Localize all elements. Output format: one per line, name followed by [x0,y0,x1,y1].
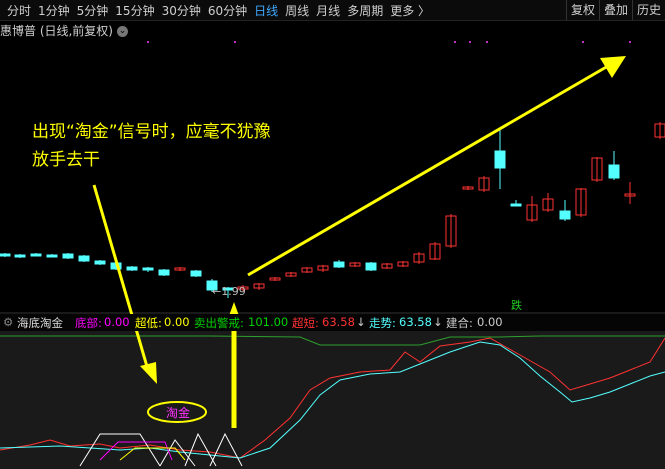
candle-body [510,203,522,207]
buy-in-label: 建合: [446,316,473,330]
indicator-header: ⚙ 海底淘金 底部: 0.00 超低: 0.00 卖出警戒: 101.00 超短… [0,314,665,331]
candle-body [333,261,345,268]
signal-dot [629,41,631,43]
candle-body [365,262,377,271]
overlay-button[interactable]: 叠加 [598,0,632,20]
bottom-label: 底部: [75,316,102,330]
arrow-line [247,64,609,277]
stock-title-text: 惠博普 (日线,前复权) [0,24,113,38]
candle-body [14,254,26,258]
period-tab[interactable]: 分时 [7,2,31,19]
taojin-signal-label: 淘金 [166,406,191,420]
toolbar-right: 复权 叠加 历史 [565,0,665,20]
candle-body [62,253,74,259]
signal-dot [486,41,488,43]
period-tab[interactable]: 5分钟 [77,2,109,19]
signal-dot [234,41,236,43]
period-tab[interactable]: 15分钟 [115,2,154,19]
buy-in-value: 0.00 [477,315,503,329]
signal-dot [582,41,584,43]
fall-mark: 跌 [511,299,522,312]
price-low-label: ←1.99 [212,285,246,298]
settings-icon[interactable]: ⚙ [3,315,13,329]
period-tab[interactable]: 1分钟 [38,2,70,19]
period-tab[interactable]: 60分钟 [208,2,247,19]
annotation-text: 出现“淘金”信号时，应毫不犹豫 放手去干 [32,118,271,174]
candle-body [494,150,506,169]
down-arrow-icon: ↓ [356,315,366,329]
candle-body [142,267,154,271]
more-periods-button[interactable]: 更多 〉 [390,2,430,19]
signal-dot [147,41,149,43]
oversold-label: 超低: [135,316,162,330]
candle-body [559,210,571,220]
candle-body [30,253,42,257]
sell-warning-value: 101.00 [248,315,289,329]
indicator-name[interactable]: 海底淘金 [17,315,63,331]
chevron-down-icon[interactable]: ⌄ [117,26,128,37]
period-tab[interactable]: 周线 [285,2,309,19]
candle-body [46,254,58,258]
candle-body [190,270,202,277]
period-tab[interactable]: 月线 [316,2,340,19]
candle-body [0,253,11,257]
candle-body [158,269,170,276]
trend-value: 63.58 [399,315,432,329]
period-tab[interactable]: 30分钟 [162,2,201,19]
stock-title: 惠博普 (日线,前复权) ⌄ [0,22,128,39]
candle-body [78,255,90,262]
annotation-line-2: 放手去干 [32,150,100,170]
overbought-value: 63.58 [322,315,355,329]
oversold-value: 0.00 [164,315,190,329]
candle-body [94,260,106,265]
restore-rights-button[interactable]: 复权 [565,0,599,20]
candle-body [608,164,620,179]
annotation-line-1: 出现“淘金”信号时，应毫不犹豫 [32,122,271,142]
candle-body [126,266,138,271]
price-chart [0,41,665,469]
period-tab-daily[interactable]: 日线 [254,2,278,19]
bottom-value: 0.00 [104,315,130,329]
down-arrow-icon: ↓ [433,315,443,329]
signal-dot [469,41,471,43]
overbought-label: 超短: [292,316,319,330]
history-button[interactable]: 历史 [631,0,665,20]
period-toolbar: 分时 1分钟 5分钟 15分钟 30分钟 60分钟 日线 周线 月线 多周期 更… [0,0,665,21]
signal-dots [147,41,631,43]
period-tab[interactable]: 多周期 [347,2,383,19]
sell-warning-label: 卖出警戒: [194,316,244,330]
signal-dot [454,41,456,43]
trend-label: 走势: [369,316,396,330]
